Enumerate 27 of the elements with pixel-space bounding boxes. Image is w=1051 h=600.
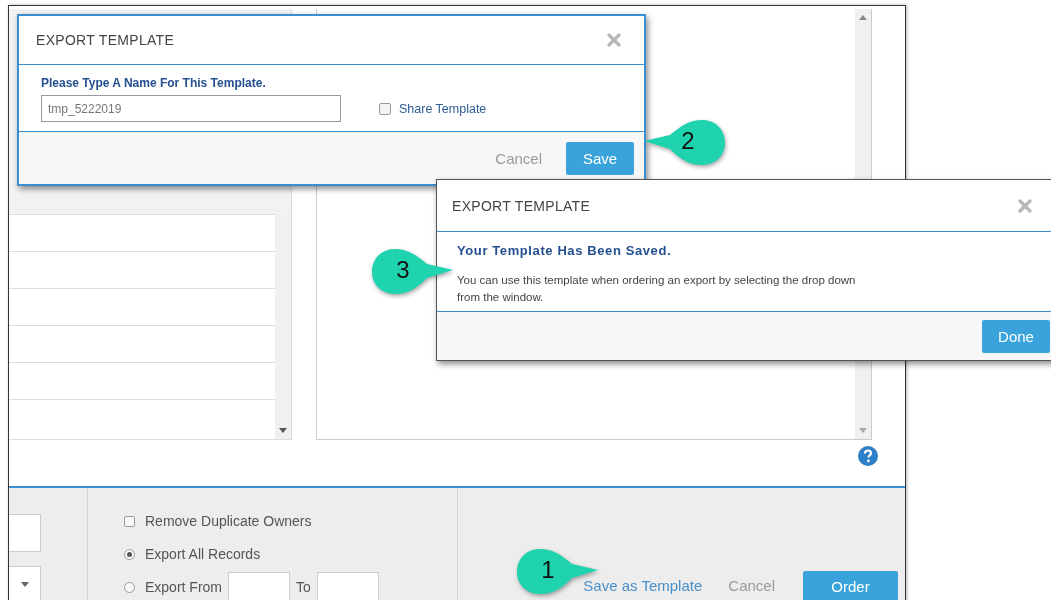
dialog-title: EXPORT TEMPLATE bbox=[452, 197, 591, 214]
template-name-field[interactable]: tmp_5222019 bbox=[41, 95, 341, 122]
close-icon[interactable] bbox=[1017, 197, 1033, 214]
to-label: To bbox=[296, 579, 311, 595]
help-icon[interactable] bbox=[858, 446, 878, 466]
close-icon[interactable] bbox=[606, 32, 622, 48]
cancel-button[interactable]: Cancel bbox=[716, 570, 787, 600]
radio-option[interactable]: Export All Records bbox=[124, 543, 457, 565]
from-field[interactable] bbox=[228, 571, 290, 600]
cancel-button[interactable]: Cancel bbox=[483, 141, 554, 175]
success-message: You can use this template when ordering an export by selecting the drop down from the window. bbox=[457, 273, 857, 305]
checkbox-option[interactable]: Remove Duplicate Owners bbox=[124, 510, 457, 532]
text-field[interactable] bbox=[9, 514, 41, 552]
scroll-down-icon[interactable] bbox=[279, 428, 287, 433]
primary-button[interactable]: Save bbox=[566, 141, 634, 175]
scroll-up-icon[interactable] bbox=[859, 15, 867, 20]
to-field[interactable] bbox=[316, 571, 379, 600]
primary-button[interactable]: Done bbox=[982, 319, 1050, 353]
save-template-link[interactable]: Save as Template bbox=[579, 570, 707, 600]
success-heading: Your Template Has Been Saved. bbox=[457, 242, 673, 260]
primary-button[interactable]: Order bbox=[803, 571, 898, 600]
caret-icon bbox=[20, 581, 29, 587]
radio-option[interactable]: Export From bbox=[124, 576, 222, 598]
dialog-title: EXPORT TEMPLATE bbox=[36, 32, 175, 48]
field-label: Please Type A Name For This Template. bbox=[41, 76, 267, 90]
dropdown-field[interactable] bbox=[9, 566, 41, 600]
share-checkbox[interactable]: Share Template bbox=[379, 101, 487, 116]
